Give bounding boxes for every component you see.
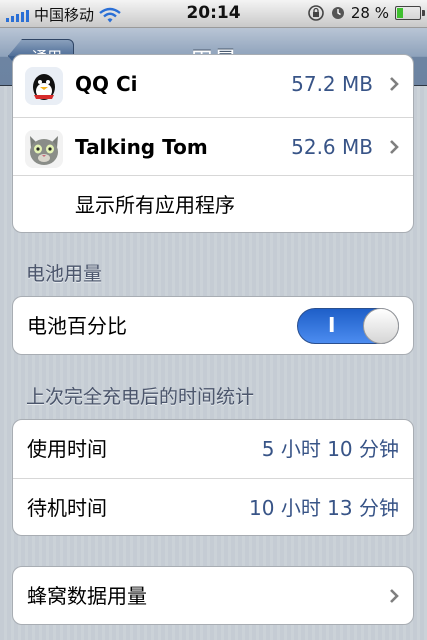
chevron-right-icon	[390, 140, 399, 154]
usage-time-value: 5 小时 10 分钟	[261, 437, 399, 461]
rotation-lock-icon	[308, 5, 324, 21]
alarm-icon	[331, 7, 344, 19]
app-usage-list: QQ Ci 57.2 MB Talking Tom 52.6 MB 显示所有应用…	[12, 54, 414, 233]
chevron-right-icon	[390, 589, 399, 603]
cellular-group: 蜂窝数据用量	[12, 566, 414, 625]
battery-percentage-label: 电池百分比	[27, 314, 127, 338]
show-all-apps-row[interactable]: 显示所有应用程序	[13, 175, 413, 232]
battery-percentage-toggle[interactable]: I	[297, 308, 399, 344]
talking-tom-app-icon	[25, 130, 63, 168]
app-name: QQ Ci	[75, 72, 138, 96]
battery-percent: 28 %	[350, 4, 389, 22]
list-item-app[interactable]: Talking Tom 52.6 MB	[13, 117, 413, 175]
toggle-on-text: I	[328, 313, 336, 337]
qq-app-icon	[25, 67, 63, 105]
show-all-apps-label: 显示所有应用程序	[75, 193, 235, 217]
cellular-data-usage-label: 蜂窝数据用量	[27, 584, 147, 608]
charge-stats-group: 使用时间 5 小时 10 分钟 待机时间 10 小时 13 分钟	[12, 419, 414, 536]
app-size: 57.2 MB	[291, 72, 373, 96]
usage-time-label: 使用时间	[27, 437, 107, 461]
toggle-knob	[363, 308, 399, 344]
standby-time-label: 待机时间	[27, 496, 107, 520]
battery-icon	[395, 6, 425, 20]
app-name: Talking Tom	[75, 135, 208, 159]
section-header-charge-stats: 上次完全充电后的时间统计	[26, 386, 255, 408]
status-bar: 中国移动 20:14 28 %	[0, 0, 427, 28]
app-size: 52.6 MB	[291, 135, 373, 159]
cellular-data-usage-row[interactable]: 蜂窝数据用量	[13, 567, 413, 624]
battery-level-fill	[397, 8, 403, 18]
battery-group: 电池百分比 I	[12, 296, 414, 355]
list-item-app[interactable]: QQ Ci 57.2 MB	[13, 55, 413, 113]
section-header-battery: 电池用量	[26, 263, 103, 285]
chevron-right-icon	[390, 77, 399, 91]
standby-time-row: 待机时间 10 小时 13 分钟	[13, 478, 413, 535]
battery-percentage-row: 电池百分比 I	[13, 297, 413, 354]
standby-time-value: 10 小时 13 分钟	[249, 496, 399, 520]
usage-time-row: 使用时间 5 小时 10 分钟	[13, 420, 413, 478]
